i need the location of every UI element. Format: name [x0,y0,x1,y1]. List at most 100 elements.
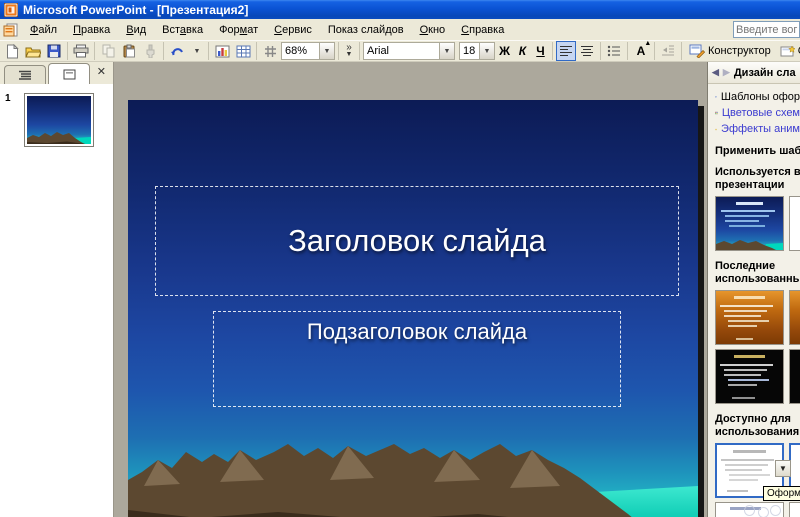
color-schemes-label: Цветовые схем [721,107,800,119]
close-panel-button[interactable]: ✕ [97,67,106,78]
design-button-label: Конструктор [708,45,771,57]
recent-template-thumbnail-partial-2[interactable] [789,349,800,404]
slides-tab[interactable] [48,63,90,84]
menu-format[interactable]: Формат [211,22,266,38]
menu-edit[interactable]: Правка [65,22,118,38]
save-floppy-icon [47,44,61,58]
template-dropdown-button[interactable]: ▼ [775,460,791,477]
undo-button[interactable] [167,41,187,61]
zoom-combobox[interactable]: 68% ▼ [281,42,335,60]
powerpoint-window: Microsoft PowerPoint - [Презентация2] Фа… [0,0,800,517]
animation-schemes-icon [715,128,717,130]
underline-button[interactable]: Ч [532,41,549,61]
document-icon [3,23,18,36]
available-template-thumbnail-2[interactable] [715,502,784,517]
menu-tools[interactable]: Сервис [266,22,320,38]
menu-help[interactable]: Справка [453,22,512,38]
bullet-list-icon [607,45,620,57]
align-center-button[interactable] [577,41,597,61]
toolbar-separator [163,42,164,60]
open-button[interactable] [23,41,43,61]
thumbnail-area: 1 [0,85,113,147]
copy-button[interactable] [98,41,118,61]
undo-dropdown-button[interactable]: ▼ [188,41,205,61]
section-available-line2: использования [715,426,800,438]
toolbar-separator [359,42,360,60]
chevron-down-icon[interactable]: ▼ [479,43,494,59]
title-placeholder-text: Заголовок слайда [288,223,546,258]
forward-arrow-icon[interactable]: ▶ [723,68,730,77]
slide-thumbnail[interactable] [24,93,94,147]
ask-question-input[interactable] [734,22,799,37]
font-combobox[interactable]: Arial ▼ [363,42,455,60]
section-available-line1: Доступно для [715,413,791,425]
print-button[interactable] [71,41,91,61]
paste-button[interactable] [119,41,139,61]
slide-canvas[interactable]: Заголовок слайда Подзаголовок слайда [128,100,698,517]
new-document-button[interactable] [2,41,22,61]
color-schemes-icon [715,111,718,115]
new-slide-button[interactable]: Со [776,41,800,61]
available-template-thumbnail-partial-2[interactable] [789,502,800,517]
format-painter-icon [146,44,154,58]
chevron-down-icon[interactable]: ▼ [439,43,454,59]
color-schemes-link[interactable]: Цветовые схем [715,105,800,121]
chevron-down-icon: ▼ [193,47,201,55]
save-button[interactable] [44,41,64,61]
font-size-combobox[interactable]: 18 ▼ [459,42,495,60]
outline-tab[interactable] [4,65,46,84]
section-recent-line2: использованнь [715,273,800,285]
show-grid-button[interactable] [260,41,280,61]
used-template-thumbnail[interactable] [715,196,784,251]
numbering-button[interactable] [604,41,624,61]
decrease-indent-button[interactable] [658,41,678,61]
menu-insert[interactable]: Вставка [154,22,211,38]
task-pane-body: Шаблоны офор Цветовые схем Эффекты аним … [708,84,800,517]
design-button[interactable]: Конструктор [685,41,775,61]
design-templates-link[interactable]: Шаблоны офор [715,89,800,105]
recent-template-thumbnail-orange[interactable] [715,290,784,345]
format-painter-button[interactable] [140,41,160,61]
toolbar-separator [600,42,601,60]
section-used-line1: Используется в [715,166,800,178]
align-left-button[interactable] [556,41,576,61]
menu-window[interactable]: Окно [412,22,454,38]
toolbar-separator [654,42,655,60]
window-title: Microsoft PowerPoint - [Презентация2] [23,2,249,17]
toolbar-separator [338,42,339,60]
chevron-down-icon[interactable]: ▼ [319,43,334,59]
copy-icon [102,44,114,58]
task-pane-header: ◀ ▶ Дизайн сла [708,62,800,84]
subtitle-placeholder[interactable]: Подзаголовок слайда [213,311,621,407]
insert-table-button[interactable] [233,41,253,61]
circles-template-preview [716,503,783,517]
ocean-template-preview [716,197,783,250]
menu-file[interactable]: Файл [22,22,65,38]
dark-template-preview [716,350,783,403]
bold-button[interactable]: Ж [496,41,513,61]
table-icon [236,45,250,57]
recent-template-row-2 [715,349,800,404]
used-template-thumbnail-partial[interactable] [789,196,800,251]
open-folder-icon [25,47,41,57]
chevron-down-icon: ▼ [345,51,353,58]
toolbar-separator [67,42,68,60]
outline-icon [19,70,31,80]
recent-template-thumbnail-dark[interactable] [715,349,784,404]
recent-template-thumbnail-partial-1[interactable] [789,290,800,345]
slide-thumbnail-image [27,96,91,144]
font-size-value: 18 [463,45,476,57]
insert-chart-button[interactable] [212,41,232,61]
italic-button[interactable]: К [514,41,531,61]
toolbar-options-button[interactable]: » ▼ [342,43,356,59]
title-placeholder[interactable]: Заголовок слайда [155,186,679,296]
slide-number: 1 [5,93,11,104]
back-arrow-icon[interactable]: ◀ [712,68,719,77]
animation-schemes-link[interactable]: Эффекты аним [715,121,800,137]
menu-slideshow[interactable]: Показ слайдов [320,22,412,38]
design-icon [689,44,705,58]
main-area: ✕ 1 Заголовок слайда Подзаголовок слайда… [0,62,800,517]
increase-font-button[interactable]: А ▲ [631,40,652,61]
menu-view[interactable]: Вид [118,22,154,38]
new-document-icon [6,43,19,58]
